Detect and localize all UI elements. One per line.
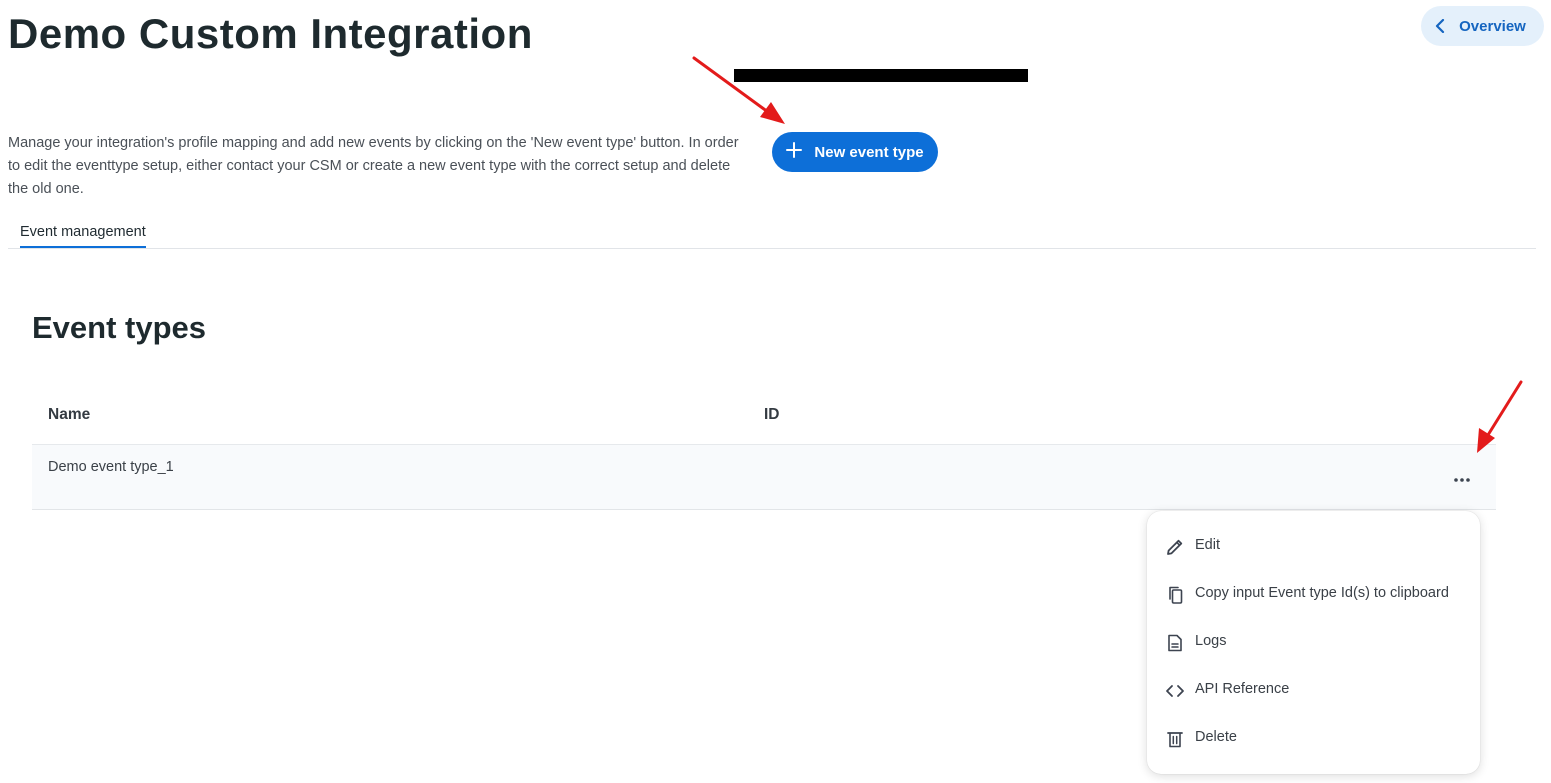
menu-item-edit[interactable]: Edit [1147, 523, 1480, 571]
menu-item-logs[interactable]: Logs [1147, 619, 1480, 667]
menu-item-label: Logs [1195, 633, 1227, 649]
menu-item-delete[interactable]: Delete [1147, 715, 1480, 763]
code-icon [1165, 681, 1185, 701]
chevron-left-icon [1435, 19, 1445, 33]
menu-item-api-reference[interactable]: API Reference [1147, 667, 1480, 715]
row-actions-button[interactable] [1444, 465, 1480, 493]
row-actions-menu: Edit Copy input Event type Id(s) to clip… [1147, 511, 1480, 774]
more-horizontal-icon [1453, 470, 1471, 488]
section-title: Event types [32, 310, 207, 345]
arrow-to-new-event-button [692, 56, 785, 124]
redacted-id-block [734, 69, 1028, 82]
column-header-name: Name [48, 406, 91, 423]
new-event-type-label: New event type [814, 143, 924, 161]
menu-item-label: Delete [1195, 729, 1237, 745]
tab-bar: Event management [8, 224, 1536, 249]
document-icon [1165, 633, 1185, 653]
page-title: Demo Custom Integration [8, 10, 533, 57]
table-row[interactable]: Demo event type_1 [32, 445, 1496, 510]
event-types-table: Name ID Demo event type_1 [32, 392, 1496, 510]
plus-icon [786, 142, 803, 162]
menu-item-copy-ids[interactable]: Copy input Event type Id(s) to clipboard [1147, 571, 1480, 619]
menu-item-label: Edit [1195, 537, 1220, 553]
overview-button[interactable]: Overview [1421, 6, 1544, 46]
menu-item-label: API Reference [1195, 681, 1290, 697]
overview-label: Overview [1459, 17, 1526, 35]
new-event-type-button[interactable]: New event type [772, 132, 938, 172]
trash-icon [1165, 729, 1185, 749]
column-header-id: ID [764, 406, 780, 423]
event-type-name: Demo event type_1 [48, 459, 174, 475]
table-header: Name ID [32, 392, 1496, 445]
page-description: Manage your integration's profile mappin… [8, 135, 739, 197]
pencil-icon [1165, 537, 1185, 557]
copy-icon [1165, 585, 1185, 605]
tab-event-management[interactable]: Event management [20, 224, 146, 248]
menu-item-label: Copy input Event type Id(s) to clipboard [1195, 585, 1449, 601]
